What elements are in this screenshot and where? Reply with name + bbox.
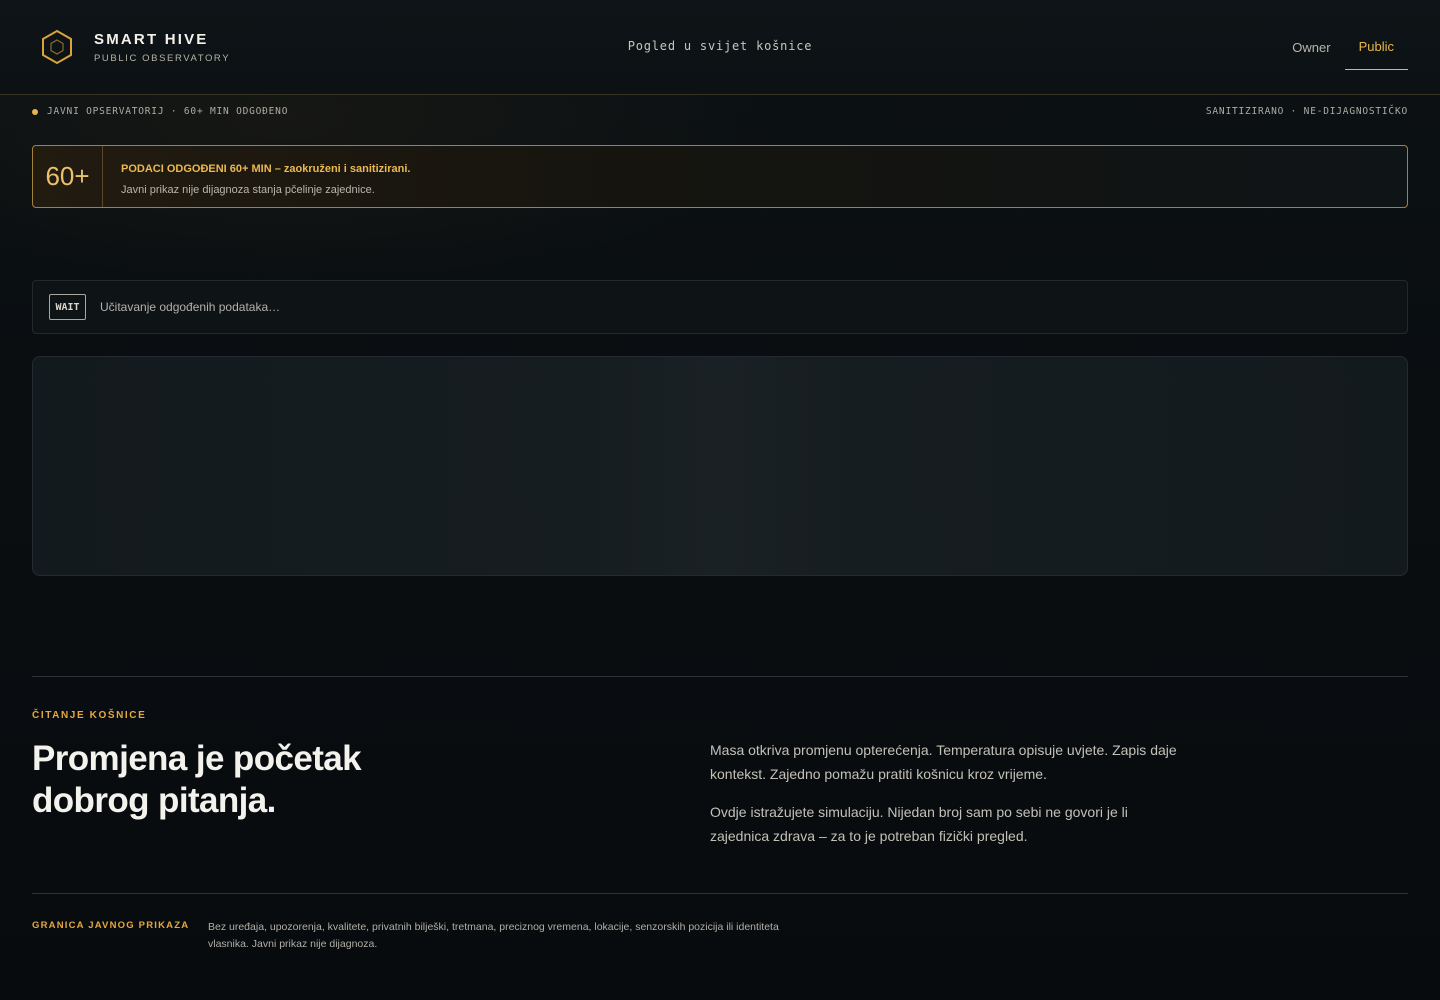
reading-headline: Promjena je početak dobrog pitanja. [32, 738, 472, 822]
main-nav: Owner Public [1278, 0, 1408, 95]
section-divider [32, 676, 1408, 677]
boundary-label: GRANICA JAVNOG PRIKAZA [32, 920, 190, 931]
nav-owner[interactable]: Owner [1278, 0, 1344, 70]
nav-public[interactable]: Public [1344, 0, 1408, 70]
reading-body: Masa otkriva promjenu opterećenja. Tempe… [710, 738, 1190, 848]
reading-paragraph-2: Ovdje istražujete simulaciju. Nijedan br… [710, 804, 1128, 844]
status-right-text: SANITIZIRANO · NE-DIJAGNOSTIČKO [1205, 106, 1408, 117]
site-header: SMART HIVE PUBLIC OBSERVATORY Pogled u s… [0, 0, 1440, 95]
brand-subtitle: PUBLIC OBSERVATORY [94, 52, 231, 64]
skeleton-panel [32, 356, 1408, 576]
notice-title: PODACI ODGOĐENI 60+ MIN – zaokruženi i s… [121, 163, 411, 175]
header-tagline: Pogled u svijet košnice [627, 39, 813, 53]
headline-line-1: Promjena je početak [32, 739, 362, 778]
loading-text: Učitavanje odgođenih podataka… [100, 300, 281, 314]
wait-badge: WAIT [49, 294, 86, 320]
footer-divider [32, 893, 1408, 894]
loading-panel: WAIT Učitavanje odgođenih podataka… [32, 280, 1408, 334]
delay-number: 60+ [33, 146, 103, 207]
notice-text: Javni prikaz nije dijagnoza stanja pčeli… [121, 184, 375, 196]
reading-eyebrow: ČITANJE KOŠNICE [32, 710, 147, 721]
notice-body: PODACI ODGOĐENI 60+ MIN – zaokruženi i s… [103, 146, 410, 207]
headline-line-2: dobrog pitanja. [32, 781, 276, 820]
status-strip: JAVNI OPSERVATORIJ · 60+ MIN ODGOĐENO SA… [32, 106, 1408, 118]
boundary-text: Bez uređaja, upozorenja, kvalitete, priv… [208, 921, 779, 950]
dot-icon [32, 108, 38, 115]
status-left-text: JAVNI OPSERVATORIJ · 60+ MIN ODGOĐENO [47, 106, 289, 117]
reading-paragraph-1: Masa otkriva promjenu opterećenja. Tempe… [710, 742, 1177, 782]
status-left: JAVNI OPSERVATORIJ · 60+ MIN ODGOĐENO [32, 106, 288, 117]
delay-notice: 60+ PODACI ODGOĐENI 60+ MIN – zaokruženi… [32, 145, 1408, 208]
